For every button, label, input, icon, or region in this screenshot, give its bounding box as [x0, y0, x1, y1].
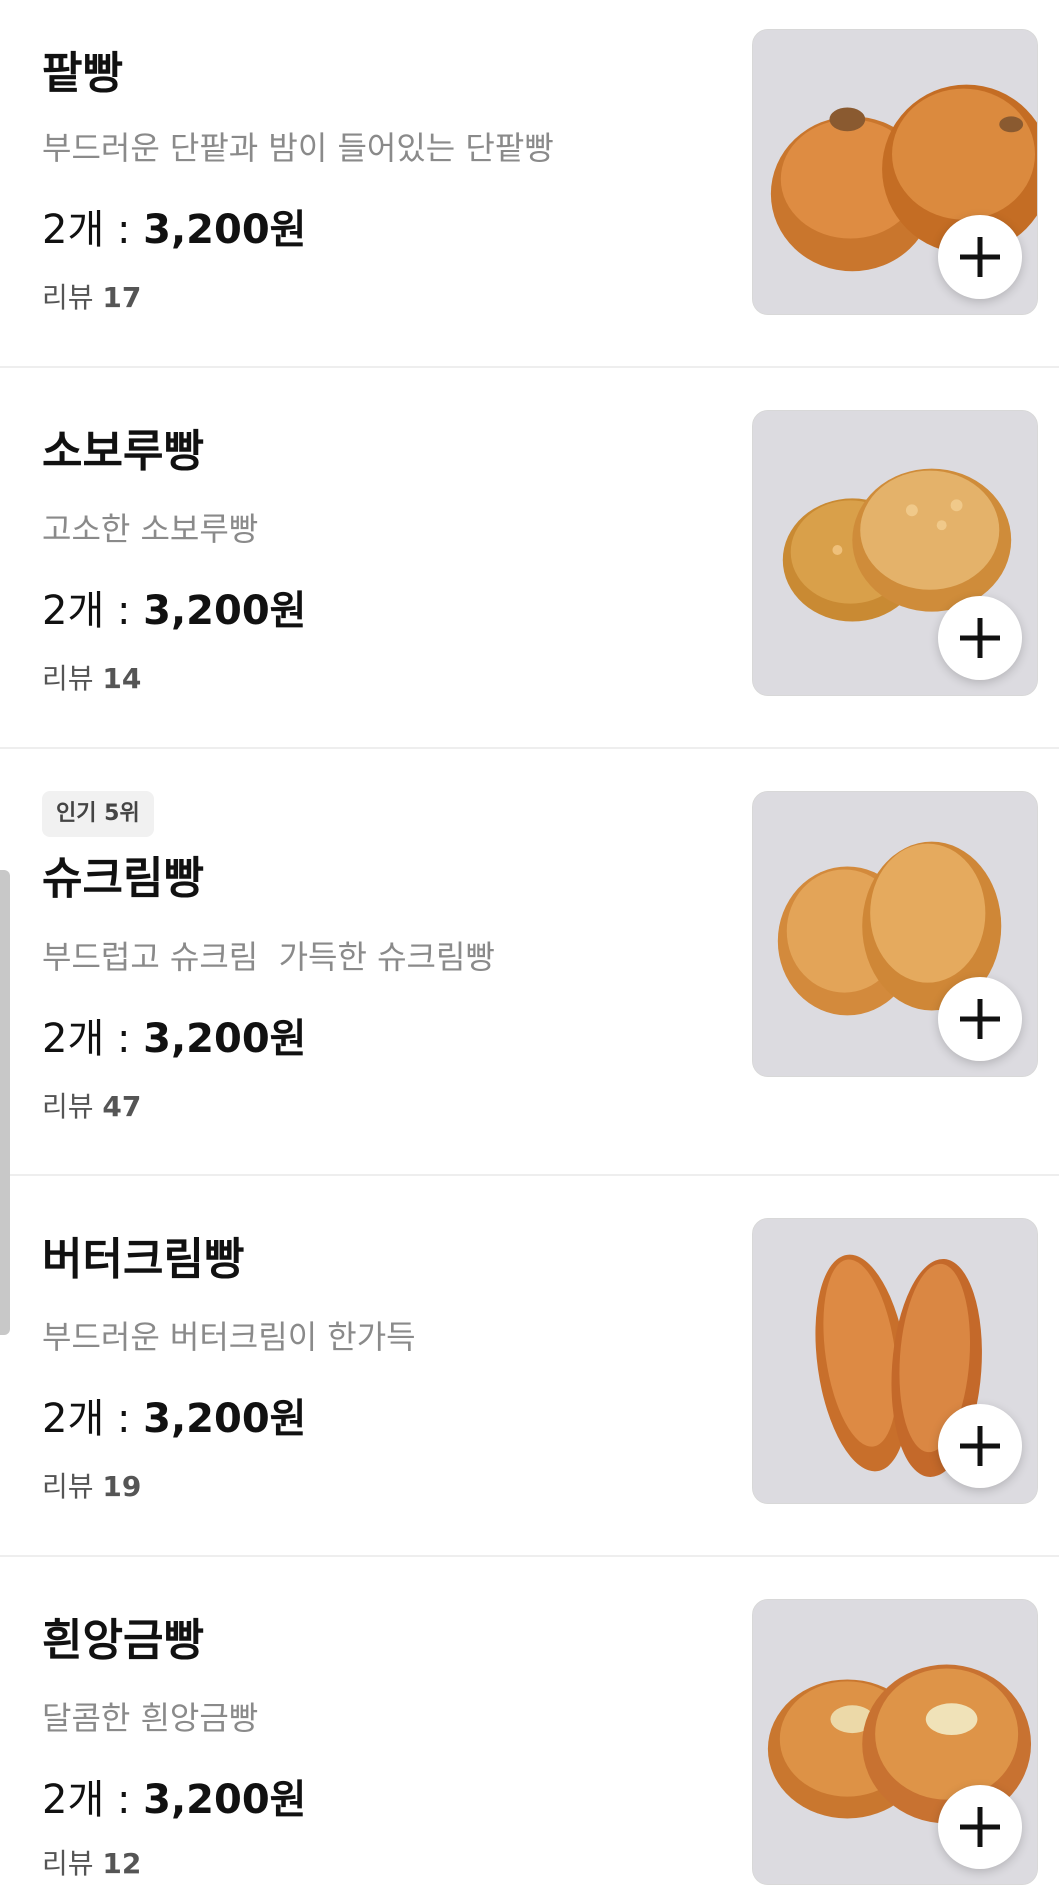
add-to-cart-button[interactable] — [938, 1404, 1022, 1488]
item-price-amount: 3,200원 — [143, 1396, 307, 1442]
menu-item-red-bean-bread[interactable]: 팥빵 부드러운 단팥과 밤이 들어있는 단팥빵 2개 : 3,200원 리뷰 1… — [0, 0, 1059, 366]
item-name: 흰앙금빵 — [42, 1615, 204, 1666]
item-price-amount: 3,200원 — [143, 207, 307, 253]
review-label: 리뷰 — [42, 1090, 103, 1123]
plus-icon — [960, 618, 1000, 658]
item-description: 부드러운 버터크림이 한가득 — [42, 1318, 416, 1356]
add-to-cart-button[interactable] — [938, 977, 1022, 1061]
review-count: 12 — [102, 1847, 142, 1880]
item-name: 버터크림빵 — [42, 1234, 245, 1285]
review-label: 리뷰 — [42, 662, 103, 695]
item-description: 부드럽고 슈크림 가득한 슈크림빵 — [42, 938, 495, 976]
item-quantity: 2개 : — [42, 588, 144, 634]
plus-icon — [960, 1426, 1000, 1466]
menu-item-butter-cream-bread[interactable]: 버터크림빵 부드러운 버터크림이 한가득 2개 : 3,200원 리뷰 19 — [0, 1176, 1059, 1555]
item-name: 슈크림빵 — [42, 853, 204, 904]
review-count: 47 — [102, 1090, 142, 1123]
item-quantity: 2개 : — [42, 1396, 144, 1442]
item-description: 부드러운 단팥과 밤이 들어있는 단팥빵 — [42, 129, 554, 167]
review-label: 리뷰 — [42, 1847, 103, 1880]
review-count: 19 — [102, 1470, 142, 1503]
add-to-cart-button[interactable] — [938, 1785, 1022, 1869]
item-quantity: 2개 : — [42, 207, 144, 253]
item-price: 2개 : 3,200원 — [42, 205, 306, 255]
scrollbar[interactable] — [0, 870, 10, 1335]
menu-item-cream-bread[interactable]: 인기 5위 슈크림빵 부드럽고 슈크림 가득한 슈크림빵 2개 : 3,200원… — [0, 749, 1059, 1174]
item-review: 리뷰 47 — [42, 1089, 141, 1125]
item-quantity: 2개 : — [42, 1016, 144, 1062]
review-count: 14 — [102, 662, 142, 695]
review-count: 17 — [102, 281, 142, 314]
item-review: 리뷰 17 — [42, 280, 141, 316]
item-price: 2개 : 3,200원 — [42, 1394, 306, 1444]
item-price-amount: 3,200원 — [143, 1016, 307, 1062]
item-description: 달콤한 흰앙금빵 — [42, 1699, 259, 1737]
item-description: 고소한 소보루빵 — [42, 510, 259, 548]
item-price-amount: 3,200원 — [143, 588, 307, 634]
item-price-amount: 3,200원 — [143, 1777, 307, 1823]
item-quantity: 2개 : — [42, 1777, 144, 1823]
item-price: 2개 : 3,200원 — [42, 586, 306, 636]
add-to-cart-button[interactable] — [938, 596, 1022, 680]
menu-item-soboro-bread[interactable]: 소보루빵 고소한 소보루빵 2개 : 3,200원 리뷰 14 — [0, 368, 1059, 747]
review-label: 리뷰 — [42, 281, 103, 314]
item-review: 리뷰 14 — [42, 661, 141, 697]
add-to-cart-button[interactable] — [938, 215, 1022, 299]
item-name: 팥빵 — [42, 48, 123, 99]
plus-icon — [960, 1807, 1000, 1847]
plus-icon — [960, 237, 1000, 277]
item-review: 리뷰 12 — [42, 1846, 141, 1882]
popularity-badge: 인기 5위 — [42, 791, 154, 837]
item-name: 소보루빵 — [42, 426, 204, 477]
menu-item-white-bean-bread[interactable]: 흰앙금빵 달콤한 흰앙금빵 2개 : 3,200원 리뷰 12 — [0, 1557, 1059, 1885]
review-label: 리뷰 — [42, 1470, 103, 1503]
item-review: 리뷰 19 — [42, 1469, 141, 1505]
item-price: 2개 : 3,200원 — [42, 1014, 306, 1064]
item-price: 2개 : 3,200원 — [42, 1775, 306, 1825]
plus-icon — [960, 999, 1000, 1039]
